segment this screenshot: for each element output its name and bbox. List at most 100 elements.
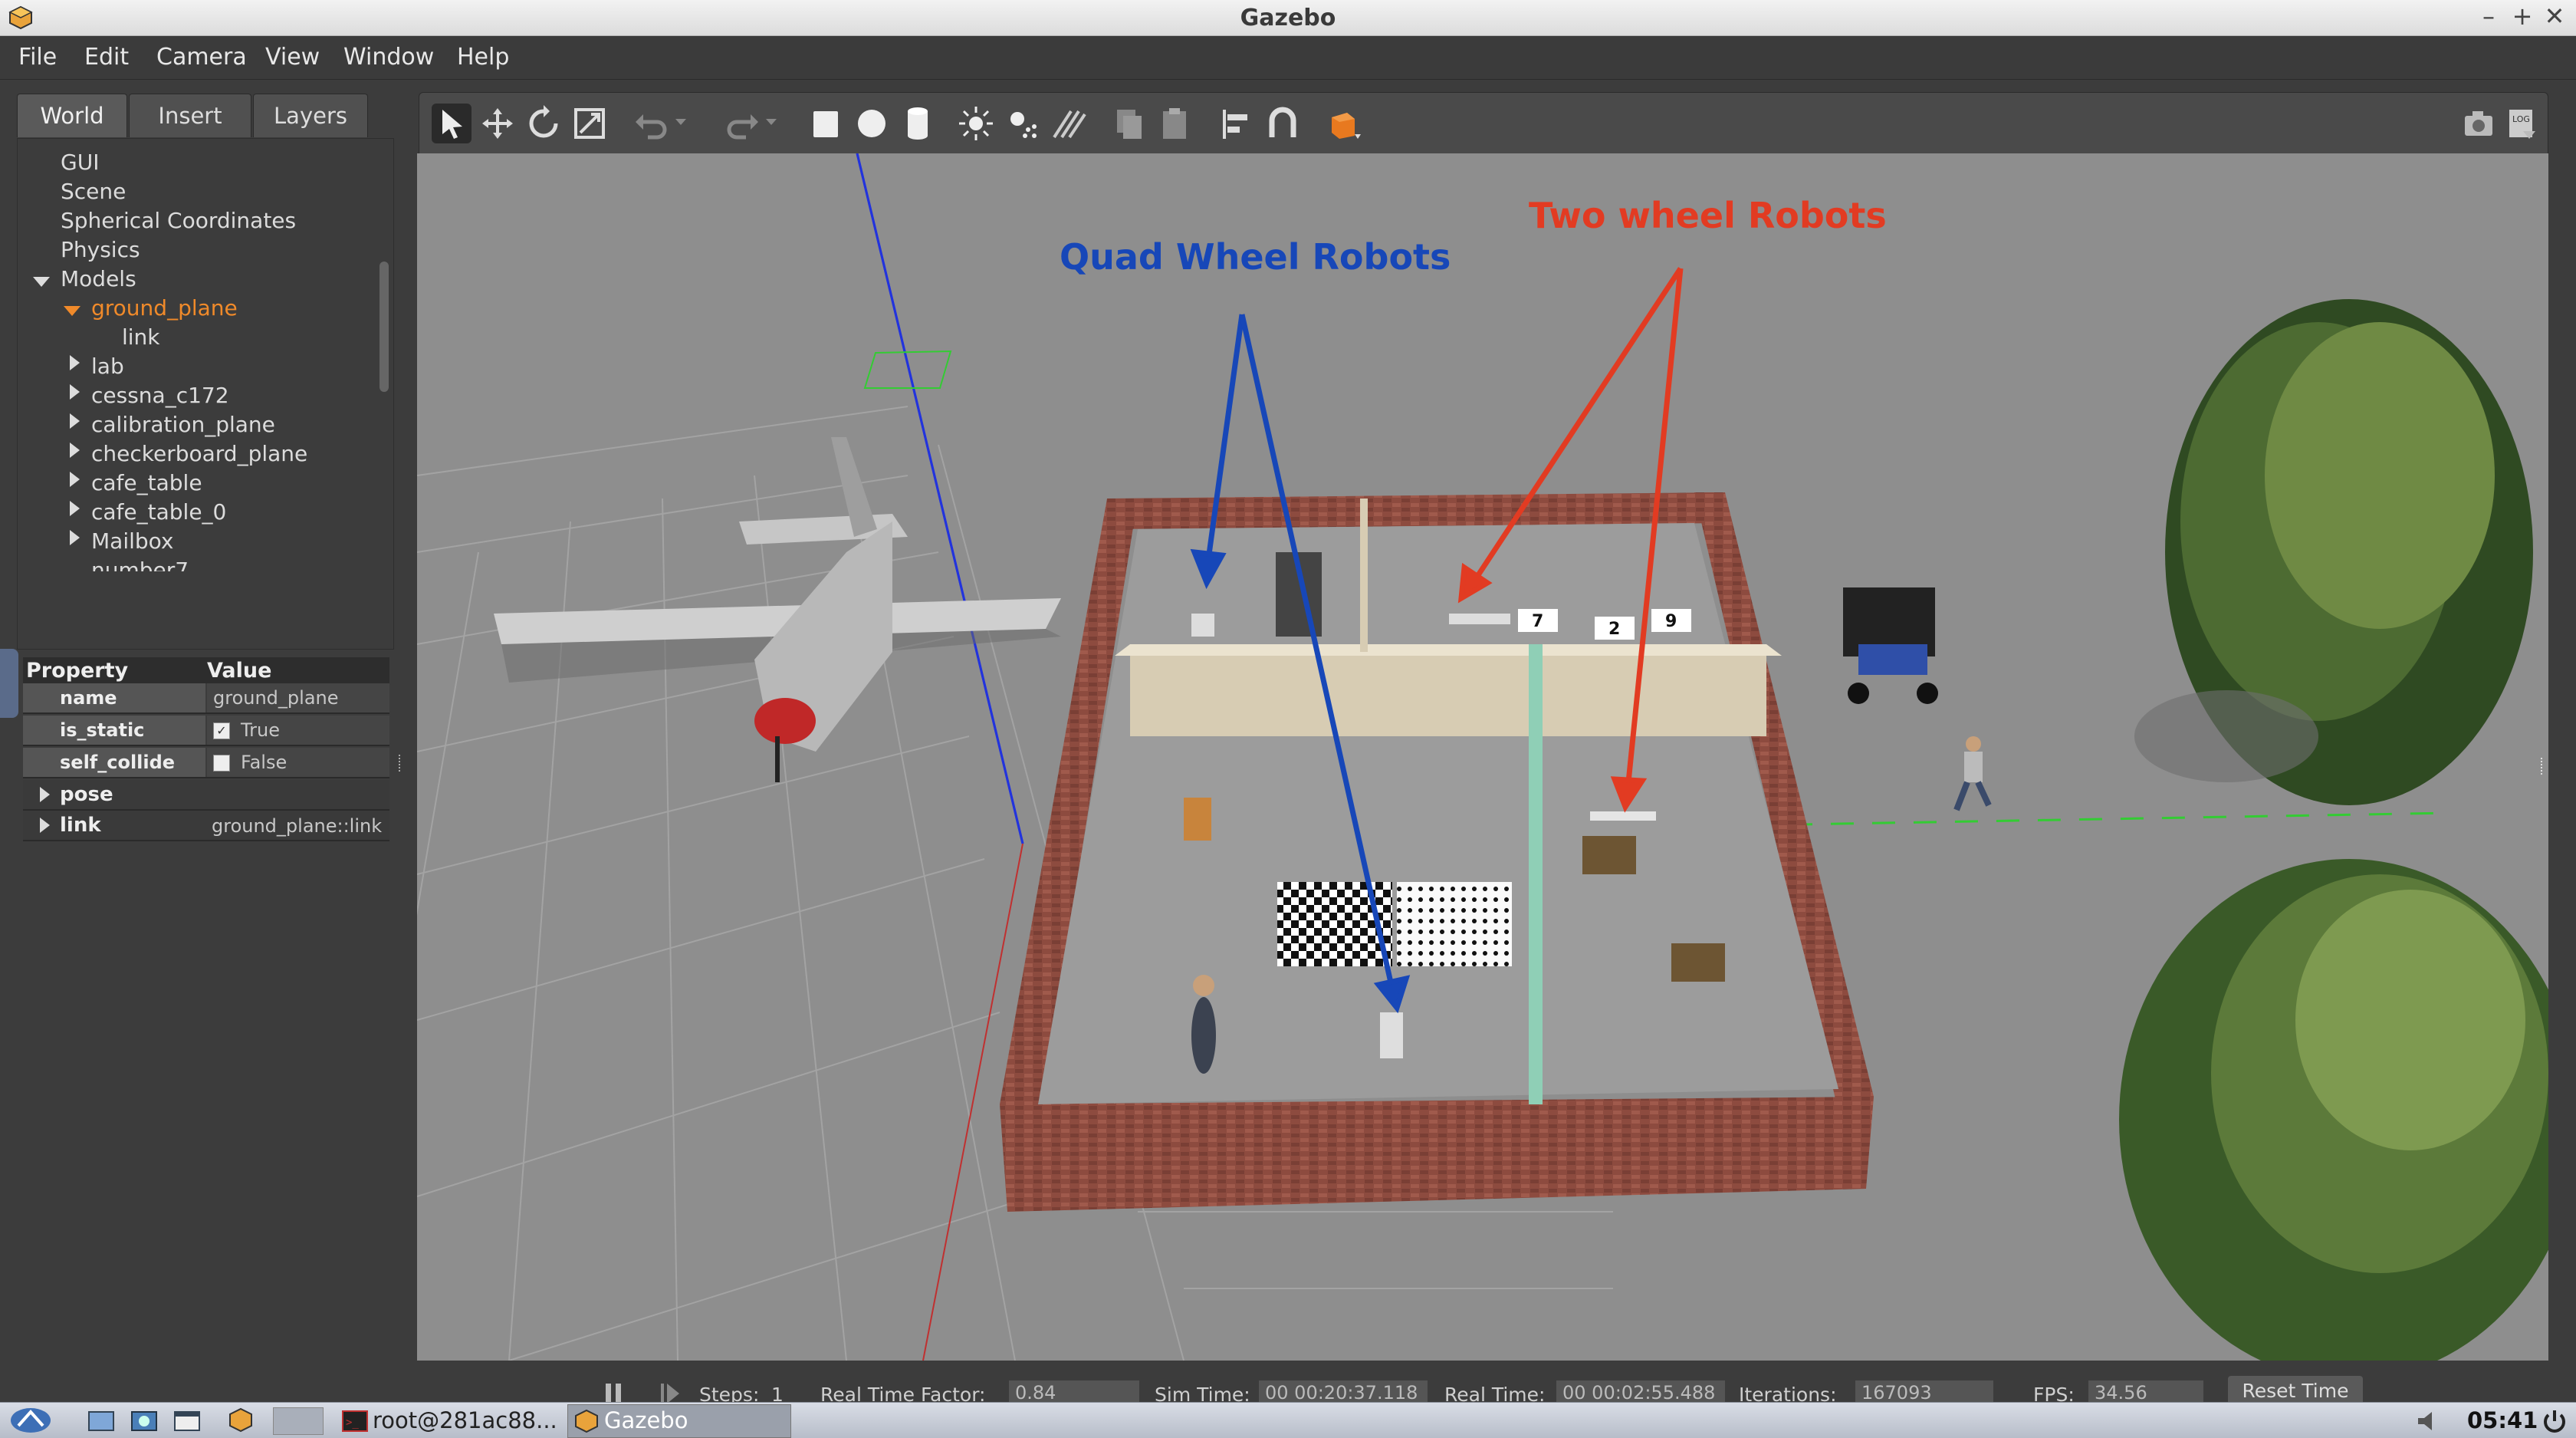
volume-icon[interactable] xyxy=(2415,1410,2446,1432)
menu-bar: File Edit Camera View Window Help xyxy=(0,36,2576,80)
prop-row-is-static: is_static ✓ True xyxy=(23,716,389,746)
menu-help[interactable]: Help xyxy=(457,44,509,71)
undo-dropdown-icon[interactable] xyxy=(675,119,686,125)
tree-item-mailbox[interactable]: Mailbox xyxy=(91,528,174,554)
expand-icon[interactable] xyxy=(70,530,80,545)
window-titlebar: Gazebo – + ✕ xyxy=(0,0,2576,36)
expand-icon[interactable] xyxy=(70,355,80,370)
left-panel: World Insert Layers GUI Scene Spherical … xyxy=(0,80,403,1403)
desktop-button[interactable] xyxy=(273,1407,324,1435)
tree-item-spherical-coordinates[interactable]: Spherical Coordinates xyxy=(61,208,296,233)
tree-item-cafe-table[interactable]: cafe_table xyxy=(91,470,202,495)
tree-item-physics[interactable]: Physics xyxy=(61,237,140,262)
tree-item-ground-plane[interactable]: ground_plane xyxy=(91,295,238,321)
tab-insert[interactable]: Insert xyxy=(129,94,251,137)
box-icon[interactable] xyxy=(806,104,846,143)
tree-item-cessna[interactable]: cessna_c172 xyxy=(91,383,229,408)
tree-item-cafe-table-0[interactable]: cafe_table_0 xyxy=(91,499,226,525)
3d-viewport[interactable]: 7 2 9 Quad Wheel Robots Two wheel Robots xyxy=(417,153,2548,1361)
menu-camera[interactable]: Camera xyxy=(156,44,247,71)
file-manager-icon[interactable] xyxy=(86,1407,117,1433)
tree-item-models[interactable]: Models xyxy=(61,266,136,291)
expand-icon[interactable] xyxy=(70,413,80,429)
tree-item-calibration-plane[interactable]: calibration_plane xyxy=(91,412,275,437)
menu-view[interactable]: View xyxy=(265,44,320,71)
undo-icon[interactable] xyxy=(631,104,671,143)
point-light-icon[interactable] xyxy=(956,104,996,143)
menu-window[interactable]: Window xyxy=(343,44,434,71)
expand-icon[interactable] xyxy=(70,384,80,400)
tree-item-lab[interactable]: lab xyxy=(91,354,124,379)
minimize-icon[interactable]: – xyxy=(2473,2,2504,31)
lab-building: 7 2 9 xyxy=(1000,492,1874,1212)
prop-value: True xyxy=(241,719,280,741)
align-icon[interactable] xyxy=(1217,104,1257,143)
close-icon[interactable]: ✕ xyxy=(2539,2,2570,31)
expand-models-icon[interactable] xyxy=(33,277,50,287)
prop-row-link[interactable]: link ground_plane::link xyxy=(23,811,389,841)
expand-icon[interactable] xyxy=(70,443,80,458)
scene-label-9: 9 xyxy=(1665,612,1677,631)
value-header-label: Value xyxy=(207,659,272,683)
rotate-icon[interactable] xyxy=(524,104,564,143)
window-title: Gazebo xyxy=(1240,5,1336,31)
status-bar: Steps: 1 Real Time Factor: 0.84 Sim Time… xyxy=(417,1361,2548,1407)
tab-world[interactable]: World xyxy=(17,94,127,137)
tree-item-link[interactable]: link xyxy=(122,324,160,350)
prop-value-cell: ✓ True xyxy=(207,716,389,745)
menu-file[interactable]: File xyxy=(18,44,57,71)
network-icon[interactable] xyxy=(129,1407,159,1433)
taskbar-gazebo-label: Gazebo xyxy=(604,1407,688,1433)
menu-edit[interactable]: Edit xyxy=(84,44,129,71)
select-icon[interactable] xyxy=(432,104,472,143)
scene-label-2: 2 xyxy=(1608,620,1620,639)
scale-icon[interactable] xyxy=(570,104,610,143)
prop-row-pose[interactable]: pose xyxy=(23,780,389,811)
tree-item-number7[interactable]: number7 xyxy=(91,558,189,571)
snap-icon[interactable] xyxy=(1263,104,1303,143)
toolbar: LOG xyxy=(419,92,2548,155)
window-icon[interactable] xyxy=(172,1407,202,1433)
splitter-handle[interactable] xyxy=(399,755,405,772)
tree-item-scene[interactable]: Scene xyxy=(61,179,126,204)
checkbox-checked-icon[interactable]: ✓ xyxy=(213,722,230,739)
svg-text:LOG: LOG xyxy=(2512,114,2530,124)
maximize-icon[interactable]: + xyxy=(2507,2,2538,31)
screenshot-icon[interactable] xyxy=(2459,104,2499,143)
paste-icon[interactable] xyxy=(1155,104,1195,143)
cylinder-icon[interactable] xyxy=(898,104,938,143)
taskbar-terminal[interactable]: root@281ac88... xyxy=(373,1406,557,1435)
checkbox-unchecked-icon[interactable] xyxy=(213,755,230,772)
start-menu-icon[interactable] xyxy=(8,1406,54,1435)
translate-icon[interactable] xyxy=(478,104,518,143)
scene-render: 7 2 9 xyxy=(417,153,2548,1361)
redo-dropdown-icon[interactable] xyxy=(766,119,777,125)
expand-pose-icon[interactable] xyxy=(40,787,50,802)
tree-item-checkerboard-plane[interactable]: checkerboard_plane xyxy=(91,441,307,466)
terminal-icon: >_ xyxy=(342,1410,368,1432)
power-icon[interactable] xyxy=(2541,1407,2568,1435)
expand-ground-plane-icon[interactable] xyxy=(64,306,80,316)
view-angle-icon[interactable] xyxy=(1324,104,1364,143)
gazebo-launcher-icon[interactable] xyxy=(227,1407,255,1433)
expand-icon[interactable] xyxy=(70,501,80,516)
redo-icon[interactable] xyxy=(723,104,763,143)
scene-label-7: 7 xyxy=(1532,612,1543,631)
panel-collapse-handle[interactable] xyxy=(0,649,18,718)
log-icon[interactable]: LOG xyxy=(2502,104,2542,143)
tree-scrollbar[interactable] xyxy=(380,262,389,392)
svg-text:>_: >_ xyxy=(346,1417,359,1429)
prop-value[interactable]: ground_plane xyxy=(207,683,389,712)
copy-icon[interactable] xyxy=(1109,104,1149,143)
sphere-icon[interactable] xyxy=(852,104,892,143)
expand-link-icon[interactable] xyxy=(40,818,50,833)
right-panel-handle[interactable] xyxy=(2541,758,2547,775)
tab-layers[interactable]: Layers xyxy=(253,94,368,137)
prop-name: self_collide xyxy=(23,748,205,777)
clock: 05:41 xyxy=(2467,1407,2538,1433)
prop-value: ground_plane::link xyxy=(212,815,383,837)
spot-light-icon[interactable] xyxy=(1002,104,1042,143)
directional-light-icon[interactable] xyxy=(1048,104,1088,143)
tree-item-gui[interactable]: GUI xyxy=(61,150,99,175)
expand-icon[interactable] xyxy=(70,472,80,487)
